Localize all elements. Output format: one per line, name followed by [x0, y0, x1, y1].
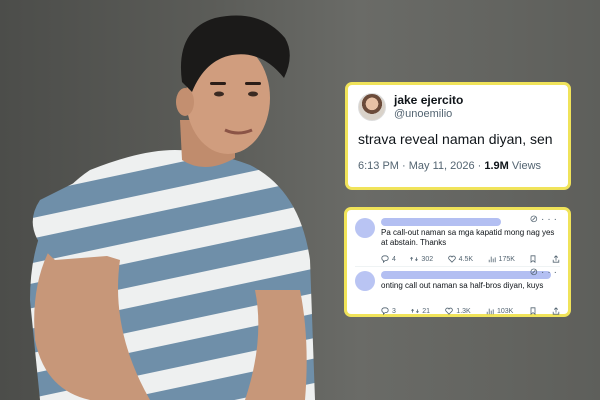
tweet-author: jake ejercito @unoemilio	[394, 93, 463, 121]
reply-count: 4	[392, 255, 396, 263]
bookmark-button[interactable]	[529, 307, 537, 315]
reply-item[interactable]: ⊘··· Pa call-out naman sa mga kapatid mo…	[355, 214, 560, 266]
more-icon[interactable]: ···	[541, 214, 560, 225]
views-button[interactable]: 175K	[488, 255, 515, 263]
repost-button[interactable]: 21	[411, 307, 430, 315]
reply-text: Pa call-out naman sa mga kapatid mong na…	[381, 228, 555, 247]
like-count: 1.3K	[456, 307, 471, 315]
reply-icon	[381, 307, 389, 315]
tweet-meta: 6:13 PM · May 11, 2026 · 1.9M Views	[358, 160, 558, 172]
redacted-name	[381, 218, 501, 226]
like-button[interactable]: 4.5K	[447, 255, 474, 263]
tweet-header: jake ejercito @unoemilio	[358, 93, 558, 121]
reply-button[interactable]: 4	[381, 255, 396, 263]
repost-icon	[410, 256, 419, 262]
redacted-name	[381, 271, 551, 279]
share-icon	[552, 307, 560, 315]
share-button[interactable]	[552, 307, 560, 315]
tweet-text: strava reveal naman diyan, sen	[358, 131, 553, 147]
reply-item[interactable]: ⊘··· onting call out naman sa half-bros …	[355, 266, 560, 318]
views-button[interactable]: 103K	[486, 307, 513, 315]
bookmark-icon	[531, 255, 536, 263]
bookmark-button[interactable]	[529, 255, 537, 263]
more-icon[interactable]: ···	[541, 267, 560, 278]
author-handle[interactable]: @unoemilio	[394, 107, 463, 121]
replies-card: ⊘··· Pa call-out naman sa mga kapatid mo…	[344, 207, 571, 317]
view-count: 175K	[498, 255, 515, 263]
repost-count: 21	[422, 307, 430, 315]
views-label: Views	[508, 160, 542, 172]
reply-actions: 3 21 1.3K 103K	[381, 307, 560, 315]
avatar[interactable]	[355, 218, 375, 238]
reply-button[interactable]: 3	[381, 307, 396, 315]
reply-actions: 4 302 4.5K 175K	[381, 255, 560, 263]
reply-text: onting call out naman sa half-bros diyan…	[381, 281, 544, 290]
views-icon	[486, 308, 494, 315]
heart-icon	[447, 255, 456, 263]
reply-count: 3	[392, 307, 396, 315]
grok-icon[interactable]: ⊘	[530, 214, 541, 225]
tweet-card: jake ejercito @unoemilio strava reveal n…	[345, 82, 571, 190]
reply-top-icons: ⊘···	[530, 214, 560, 225]
like-count: 4.5K	[458, 255, 474, 263]
repost-count: 302	[421, 255, 434, 263]
views-count: 1.9M	[484, 160, 509, 172]
grok-icon[interactable]: ⊘	[530, 267, 541, 278]
repost-button[interactable]: 302	[410, 255, 433, 263]
bookmark-icon	[530, 307, 536, 315]
reply-icon	[381, 255, 389, 263]
share-button[interactable]	[552, 255, 560, 263]
avatar[interactable]	[358, 93, 386, 121]
author-name[interactable]: jake ejercito	[394, 93, 463, 107]
heart-icon	[445, 307, 454, 315]
share-icon	[552, 255, 560, 263]
tweet-time[interactable]: 6:13 PM · May 11, 2026 ·	[358, 160, 484, 172]
repost-icon	[411, 308, 420, 314]
avatar[interactable]	[355, 271, 375, 291]
views-icon	[488, 256, 496, 263]
person-photo	[30, 15, 315, 400]
view-count: 103K	[497, 307, 514, 315]
reply-top-icons: ⊘···	[530, 267, 560, 278]
like-button[interactable]: 1.3K	[445, 307, 471, 315]
